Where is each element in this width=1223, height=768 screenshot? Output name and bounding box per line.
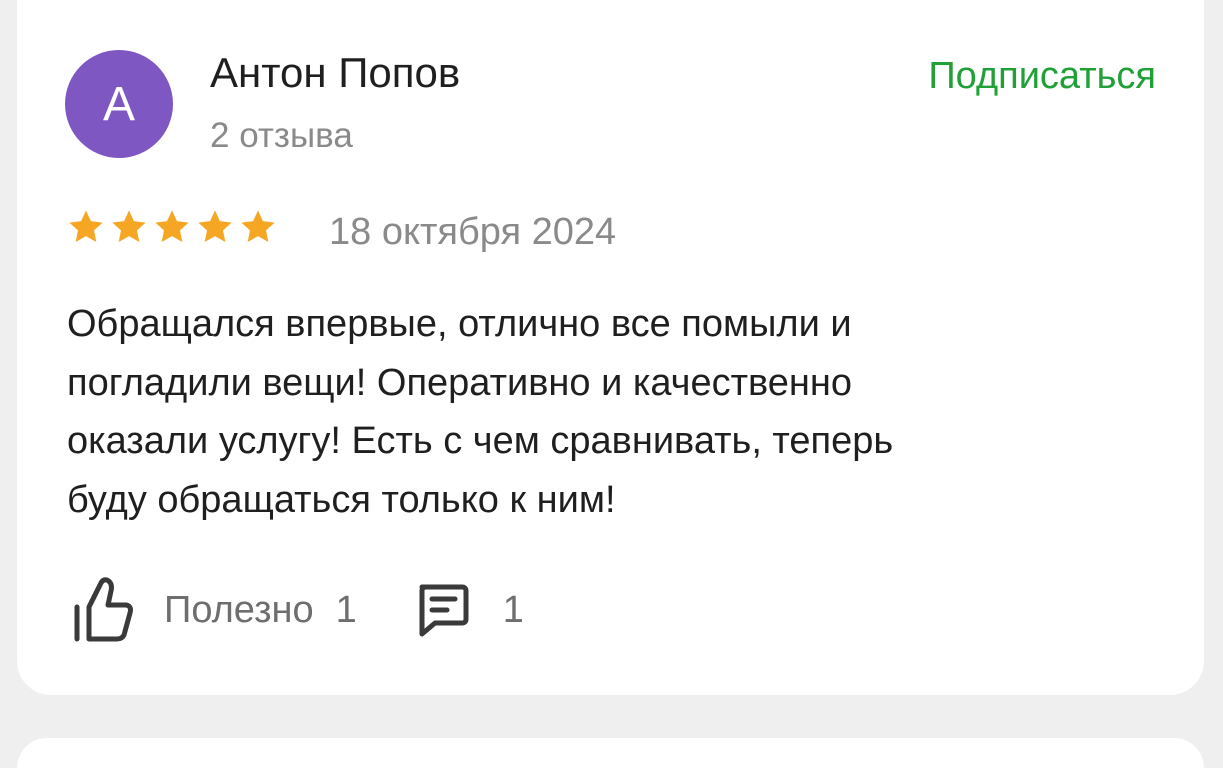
helpful-label: Полезно xyxy=(164,588,314,631)
comment-icon xyxy=(419,584,469,637)
comments-button[interactable]: 1 xyxy=(413,579,524,641)
helpful-count: 1 xyxy=(335,588,357,631)
subscribe-button[interactable]: Подписаться xyxy=(928,55,1156,97)
star-icon xyxy=(69,210,103,243)
avatar-initial: А xyxy=(102,77,135,131)
thumbs-up-icon xyxy=(74,577,133,642)
star-icon xyxy=(155,210,189,243)
next-review-card xyxy=(17,738,1204,768)
star-icon xyxy=(198,210,232,243)
review-text: Обращался впервые, отлично все помыли и … xyxy=(67,303,894,521)
helpful-button[interactable]: Полезно 1 xyxy=(72,577,357,643)
author-name[interactable]: Антон Попов xyxy=(210,50,460,96)
comments-count: 1 xyxy=(502,588,524,631)
review-card: А Антон Попов 2 отзыва Подписаться 18 ок… xyxy=(17,0,1204,695)
review-actions: Полезно 1 1 xyxy=(72,575,524,645)
star-icon xyxy=(241,210,275,243)
author-reviews-count: 2 отзыва xyxy=(210,116,353,155)
star-icon xyxy=(112,210,146,243)
rating-stars xyxy=(67,208,277,246)
review-date: 18 октября 2024 xyxy=(329,211,617,253)
avatar[interactable]: А xyxy=(65,50,173,158)
